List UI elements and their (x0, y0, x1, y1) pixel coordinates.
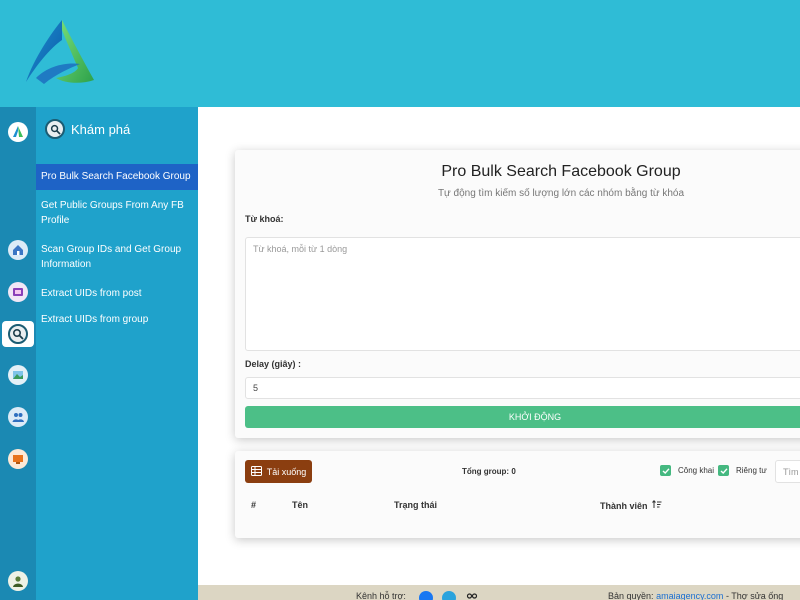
public-label: Công khai (678, 466, 715, 475)
menu-list: Pro Bulk Search Facebook Group Get Publi… (36, 164, 198, 333)
private-label: Riêng tư (736, 466, 767, 475)
column-header-name[interactable]: Tên (292, 500, 308, 510)
public-checkbox[interactable]: Công khai (660, 465, 714, 476)
members-header-label: Thành viên (600, 500, 648, 511)
search-scope-icon[interactable] (2, 321, 34, 347)
checkbox-check-icon[interactable] (718, 465, 729, 476)
start-button[interactable]: KHỞI ĐỘNG (245, 406, 800, 428)
delay-input[interactable] (245, 377, 800, 399)
page-title: Pro Bulk Search Facebook Group (441, 163, 681, 180)
menu-item-scan-group-ids[interactable]: Scan Group IDs and Get Group Information (36, 237, 198, 278)
menu-title: Khám phá (71, 121, 131, 137)
total-groups: Tổng group: 0 (462, 467, 516, 476)
menu-header: Khám phá (45, 119, 130, 139)
page-subtitle: Tự động tìm kiếm số lượng lớn các nhóm b… (437, 188, 685, 199)
checkbox-check-icon[interactable] (660, 465, 671, 476)
column-header-members[interactable]: Thành viên (600, 500, 662, 511)
user-avatar-icon[interactable] (6, 569, 30, 593)
download-button[interactable]: Tải xuống (245, 460, 312, 483)
users-icon[interactable] (6, 405, 30, 429)
menu-item-extract-uids-post[interactable]: Extract UIDs from post (36, 281, 198, 307)
menu-item-pro-bulk-search[interactable]: Pro Bulk Search Facebook Group (36, 164, 198, 190)
copyright-label: Bản quyền: (608, 591, 654, 600)
results-card: Tải xuống Tổng group: 0 Công khai Riêng … (235, 451, 800, 538)
column-header-status[interactable]: Trạng thái (394, 500, 437, 510)
search-scope-icon (45, 119, 65, 139)
private-checkbox[interactable]: Riêng tư (718, 465, 767, 476)
group-icon[interactable] (465, 591, 479, 600)
copyright: Bản quyền: amaiagency.com - Thợ sửa ống (608, 591, 783, 600)
telegram-icon[interactable] (442, 591, 456, 600)
footer-trailing-text: Thợ sửa ống (731, 591, 784, 600)
spreadsheet-icon (250, 465, 262, 478)
app-logo-icon[interactable] (6, 120, 30, 144)
column-header-index[interactable]: # (251, 500, 256, 510)
sort-icon[interactable] (651, 500, 662, 511)
home-icon[interactable] (6, 238, 30, 262)
copyright-link[interactable]: amaiagency.com (656, 591, 723, 600)
total-label: Tổng group: (462, 467, 510, 476)
results-search-input[interactable] (775, 460, 800, 483)
download-label: Tải xuống (266, 466, 307, 477)
menu-item-extract-uids-group[interactable]: Extract UIDs from group (36, 307, 198, 333)
top-bar (0, 0, 800, 107)
facebook-icon[interactable] (419, 591, 433, 600)
side-menu: Khám phá Pro Bulk Search Facebook Group … (36, 107, 198, 600)
footer-separator: - (725, 591, 729, 600)
app-logo-icon[interactable] (22, 18, 98, 88)
keyword-label: Từ khoá: (245, 214, 284, 224)
landscape-icon[interactable] (6, 363, 30, 387)
gallery-icon[interactable] (6, 280, 30, 304)
support-label: Kênh hỗ trợ: (356, 591, 406, 600)
delay-label: Delay (giây) : (245, 359, 302, 369)
menu-item-get-public-groups[interactable]: Get Public Groups From Any FB Profile (36, 193, 198, 234)
keyword-textarea[interactable] (245, 237, 800, 351)
footer: Kênh hỗ trợ: Bản quyền: amaiagency.com -… (198, 585, 800, 600)
icon-rail (0, 107, 36, 600)
total-value: 0 (511, 467, 516, 476)
screen-icon[interactable] (6, 447, 30, 471)
search-form-card: Pro Bulk Search Facebook Group Tự động t… (235, 150, 800, 438)
